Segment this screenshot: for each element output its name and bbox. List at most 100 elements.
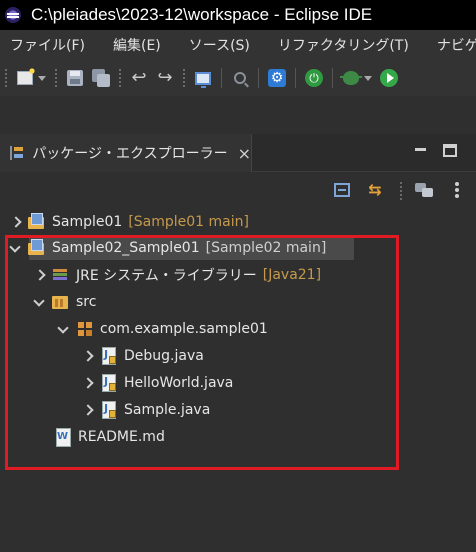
search-icon <box>234 72 246 84</box>
tab-label: パッケージ・エクスプローラー <box>32 146 228 162</box>
tree-item-helloworld-java[interactable]: HelloWorld.java <box>0 370 476 396</box>
collapse-chevron-icon[interactable] <box>58 324 68 334</box>
filter-button[interactable] <box>413 179 435 201</box>
java-file-icon <box>100 374 118 392</box>
view-toolbar: ⇆ <box>0 172 476 208</box>
toolbar-separator <box>295 68 296 88</box>
eclipse-icon <box>5 7 21 23</box>
java-file-icon <box>100 401 118 419</box>
menu-edit[interactable]: 編集(E) <box>113 35 161 55</box>
tree-item-label: src <box>76 294 97 310</box>
minimize-icon[interactable] <box>415 148 426 151</box>
tree-item-debug-java[interactable]: Debug.java <box>0 343 476 369</box>
kebab-menu-icon <box>455 188 459 192</box>
git-branch-decoration: [Sample01 main] <box>128 214 249 230</box>
tree-item-label: HelloWorld.java <box>124 375 234 391</box>
jre-version-decoration: [Java21] <box>262 267 322 283</box>
tree-item-jre-library[interactable]: JRE システム・ライブラリー [Java21] <box>0 262 476 288</box>
link-with-editor-button[interactable]: ⇆ <box>364 179 386 201</box>
menu-source[interactable]: ソース(S) <box>189 35 250 55</box>
view-header: パッケージ・エクスプローラー × <box>0 134 476 172</box>
menu-bar: ファイル(F) 編集(E) ソース(S) リファクタリング(T) ナビゲ <box>0 30 476 60</box>
redo-button[interactable]: ↪ <box>154 67 176 89</box>
server-start-icon: ⏻ <box>305 69 323 87</box>
tree-item-sample01[interactable]: Sample01 [Sample01 main] <box>0 209 476 235</box>
collapse-chevron-icon[interactable] <box>10 243 20 253</box>
lock-badge-icon <box>109 383 116 391</box>
tree-item-sample02[interactable]: Sample02_Sample01 [Sample02 main] <box>0 235 476 261</box>
toolbar-separator <box>258 68 259 88</box>
expand-chevron-icon[interactable] <box>82 405 92 415</box>
save-all-button[interactable] <box>90 67 112 89</box>
debug-dropdown[interactable] <box>364 75 372 81</box>
git-branch-decoration: [Sample02 main] <box>205 240 327 256</box>
server-start-button[interactable]: ⏻ <box>303 67 325 89</box>
toolbar-spacer <box>0 96 476 134</box>
java-file-icon <box>100 347 118 365</box>
undo-icon: ↩ <box>131 67 147 88</box>
tree-item-sample-java[interactable]: Sample.java <box>0 397 476 423</box>
open-console-icon <box>195 71 211 88</box>
expand-chevron-icon[interactable] <box>34 270 44 280</box>
tab-package-explorer[interactable]: パッケージ・エクスプローラー × <box>0 134 252 172</box>
expand-chevron-icon[interactable] <box>82 378 92 388</box>
new-wizard-dropdown[interactable] <box>38 75 46 81</box>
filter-icon <box>415 183 433 197</box>
run-icon <box>380 69 398 87</box>
view-menu-button[interactable] <box>446 179 468 201</box>
maximize-icon[interactable] <box>443 144 457 157</box>
tree-item-readme[interactable]: README.md <box>0 424 476 450</box>
redo-icon: ↪ <box>157 67 173 88</box>
toolbar-grip[interactable] <box>119 69 121 87</box>
lock-badge-icon <box>109 356 116 364</box>
save-button[interactable] <box>64 67 86 89</box>
main-toolbar: ↩ ↪ ⚙ ⏻ <box>0 60 476 96</box>
tree-item-label: README.md <box>78 429 165 445</box>
collapse-all-button[interactable] <box>331 179 353 201</box>
settings-button[interactable]: ⚙ <box>266 67 288 89</box>
debug-button[interactable] <box>340 67 362 89</box>
expand-chevron-icon[interactable] <box>10 217 20 227</box>
expand-chevron-icon[interactable] <box>82 351 92 361</box>
link-with-editor-icon: ⇆ <box>368 180 382 199</box>
menu-file[interactable]: ファイル(F) <box>10 35 85 55</box>
package-explorer-icon <box>9 145 24 161</box>
title-bar: C:\pleiades\2023-12\workspace - Eclipse … <box>0 0 476 30</box>
tree-item-label: Sample01 <box>52 214 123 230</box>
collapse-all-icon <box>334 183 350 197</box>
view-toolbar-separator <box>400 182 402 200</box>
toolbar-grip[interactable] <box>183 69 185 87</box>
package-icon <box>76 320 94 338</box>
open-console-button[interactable] <box>192 67 214 89</box>
save-icon <box>67 70 83 86</box>
tree-item-src[interactable]: src <box>0 289 476 315</box>
collapse-chevron-icon[interactable] <box>34 297 44 307</box>
search-button[interactable] <box>229 67 251 89</box>
tree-item-label: JRE システム・ライブラリー <box>76 268 257 284</box>
source-folder-icon <box>52 293 70 311</box>
toolbar-separator <box>332 68 333 88</box>
save-all-icon <box>92 69 110 87</box>
new-wizard-icon <box>17 67 36 85</box>
tree-item-label: Sample02_Sample01 <box>52 240 200 256</box>
window-title: C:\pleiades\2023-12\workspace - Eclipse … <box>31 5 373 24</box>
tree-item-label: Sample.java <box>124 402 211 418</box>
toolbar-grip[interactable] <box>55 69 57 87</box>
library-icon <box>52 266 70 284</box>
menu-navigate[interactable]: ナビゲ <box>437 35 476 55</box>
undo-button[interactable]: ↩ <box>128 67 150 89</box>
toolbar-grip[interactable] <box>5 69 7 87</box>
run-button[interactable] <box>378 67 400 89</box>
settings-icon: ⚙ <box>268 69 286 87</box>
close-icon[interactable]: × <box>238 144 251 163</box>
menu-refactor[interactable]: リファクタリング(T) <box>278 35 409 55</box>
lock-badge-icon <box>109 410 116 418</box>
debug-icon <box>340 71 362 85</box>
toolbar-separator <box>221 68 222 88</box>
tree-item-package[interactable]: com.example.sample01 <box>0 316 476 342</box>
markdown-file-icon <box>54 428 72 447</box>
java-project-icon <box>28 213 46 231</box>
tree-item-label: Debug.java <box>124 348 204 364</box>
java-project-icon <box>28 239 46 257</box>
new-wizard-button[interactable] <box>14 67 36 89</box>
